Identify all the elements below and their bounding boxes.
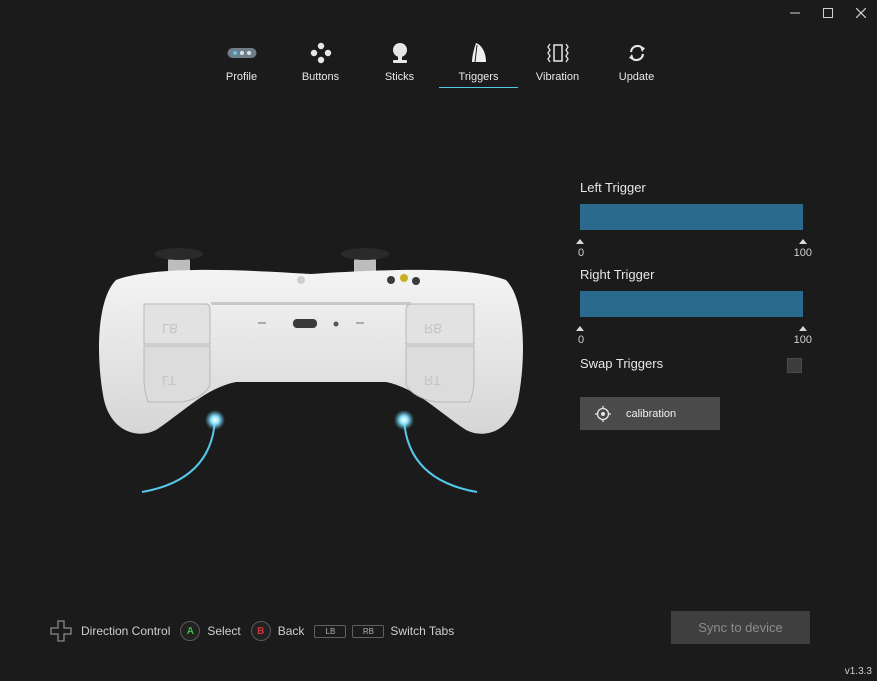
- crosshair-icon: [580, 405, 626, 422]
- right-trigger-markers: [576, 324, 812, 334]
- right-trigger-point: [394, 410, 414, 430]
- left-trigger-markers: [576, 237, 812, 247]
- right-trigger-range-labels: 0 100: [578, 334, 812, 348]
- sync-to-device-button[interactable]: Sync to device: [671, 611, 810, 644]
- left-trigger-range-labels: 0 100: [578, 247, 812, 261]
- tab-sticks[interactable]: Sticks: [360, 40, 439, 90]
- tab-vibration[interactable]: Vibration: [518, 40, 597, 90]
- buttons-icon: [310, 40, 332, 66]
- tab-label: Update: [618, 71, 655, 83]
- right-trigger-range-bar[interactable]: [580, 291, 803, 317]
- left-trigger-range-bar[interactable]: [580, 204, 803, 230]
- maximize-icon[interactable]: [811, 0, 844, 26]
- minimize-icon[interactable]: [778, 0, 811, 26]
- right-trigger-min: 0: [578, 334, 585, 346]
- swap-triggers-checkbox[interactable]: [787, 358, 802, 373]
- tab-label: Sticks: [384, 71, 415, 83]
- version-label: v1.3.3: [844, 666, 872, 677]
- tab-update[interactable]: Update: [597, 40, 676, 90]
- right-trigger-max: 100: [793, 334, 812, 346]
- lb-label: LB: [162, 321, 178, 336]
- left-trigger-title: Left Trigger: [580, 180, 646, 195]
- led-indicator: [333, 321, 339, 327]
- left-trigger-max-handle[interactable]: [799, 239, 807, 244]
- b-button-icon: B: [250, 621, 271, 641]
- left-trigger-max: 100: [793, 247, 812, 259]
- back-hint: Back: [277, 624, 305, 638]
- usb-port: [293, 319, 317, 328]
- calibration-label: calibration: [626, 407, 677, 420]
- left-trigger-min-handle[interactable]: [576, 239, 584, 244]
- select-hint: Select: [207, 624, 241, 638]
- tab-label: Triggers: [458, 71, 499, 83]
- left-trigger-point: [205, 410, 225, 430]
- dpad-icon: [50, 620, 72, 642]
- close-icon[interactable]: [844, 0, 877, 26]
- a-button-icon: A: [180, 621, 201, 641]
- tab-triggers[interactable]: Triggers: [439, 40, 518, 90]
- swap-triggers-row: Swap Triggers: [580, 354, 812, 374]
- tab-profile[interactable]: Profile: [202, 40, 281, 90]
- right-bumper-trigger: RB RT: [405, 303, 475, 403]
- calibration-button[interactable]: calibration: [580, 397, 720, 430]
- trigger-icon: [469, 40, 489, 66]
- tab-buttons[interactable]: Buttons: [281, 40, 360, 90]
- right-trigger-min-handle[interactable]: [576, 326, 584, 331]
- joystick-icon: [389, 40, 411, 66]
- direction-control-hint: Direction Control: [81, 624, 171, 638]
- profile-icon: [227, 40, 257, 66]
- lt-label: LT: [162, 373, 176, 388]
- trigger-settings-panel: Left Trigger 0 100 Right Trigger 0 100 S…: [576, 180, 812, 430]
- right-trigger-line: [403, 419, 478, 493]
- main-tabs: Profile Buttons Sticks Triggers Vibratio…: [202, 40, 676, 90]
- refresh-icon: [626, 40, 648, 66]
- controller-image: LB LT RB RT: [86, 240, 536, 510]
- left-trigger-min: 0: [578, 247, 585, 259]
- left-bumper-trigger: LB LT: [143, 303, 211, 403]
- swap-triggers-label: Swap Triggers: [580, 356, 664, 371]
- control-hints: Direction Control A Select B Back LB RB …: [50, 618, 464, 644]
- right-trigger-title: Right Trigger: [580, 267, 655, 282]
- rb-key-icon: RB: [352, 624, 385, 638]
- tab-label: Buttons: [301, 71, 340, 83]
- rt-label: RT: [424, 373, 441, 388]
- vibration-icon: [546, 40, 570, 66]
- switch-tabs-hint: Switch Tabs: [390, 624, 455, 638]
- tab-label: Profile: [225, 71, 258, 83]
- right-trigger-max-handle[interactable]: [799, 326, 807, 331]
- lb-key-icon: LB: [314, 624, 347, 638]
- tab-label: Vibration: [535, 71, 580, 83]
- rb-label: RB: [424, 321, 442, 336]
- window-controls: [778, 0, 877, 26]
